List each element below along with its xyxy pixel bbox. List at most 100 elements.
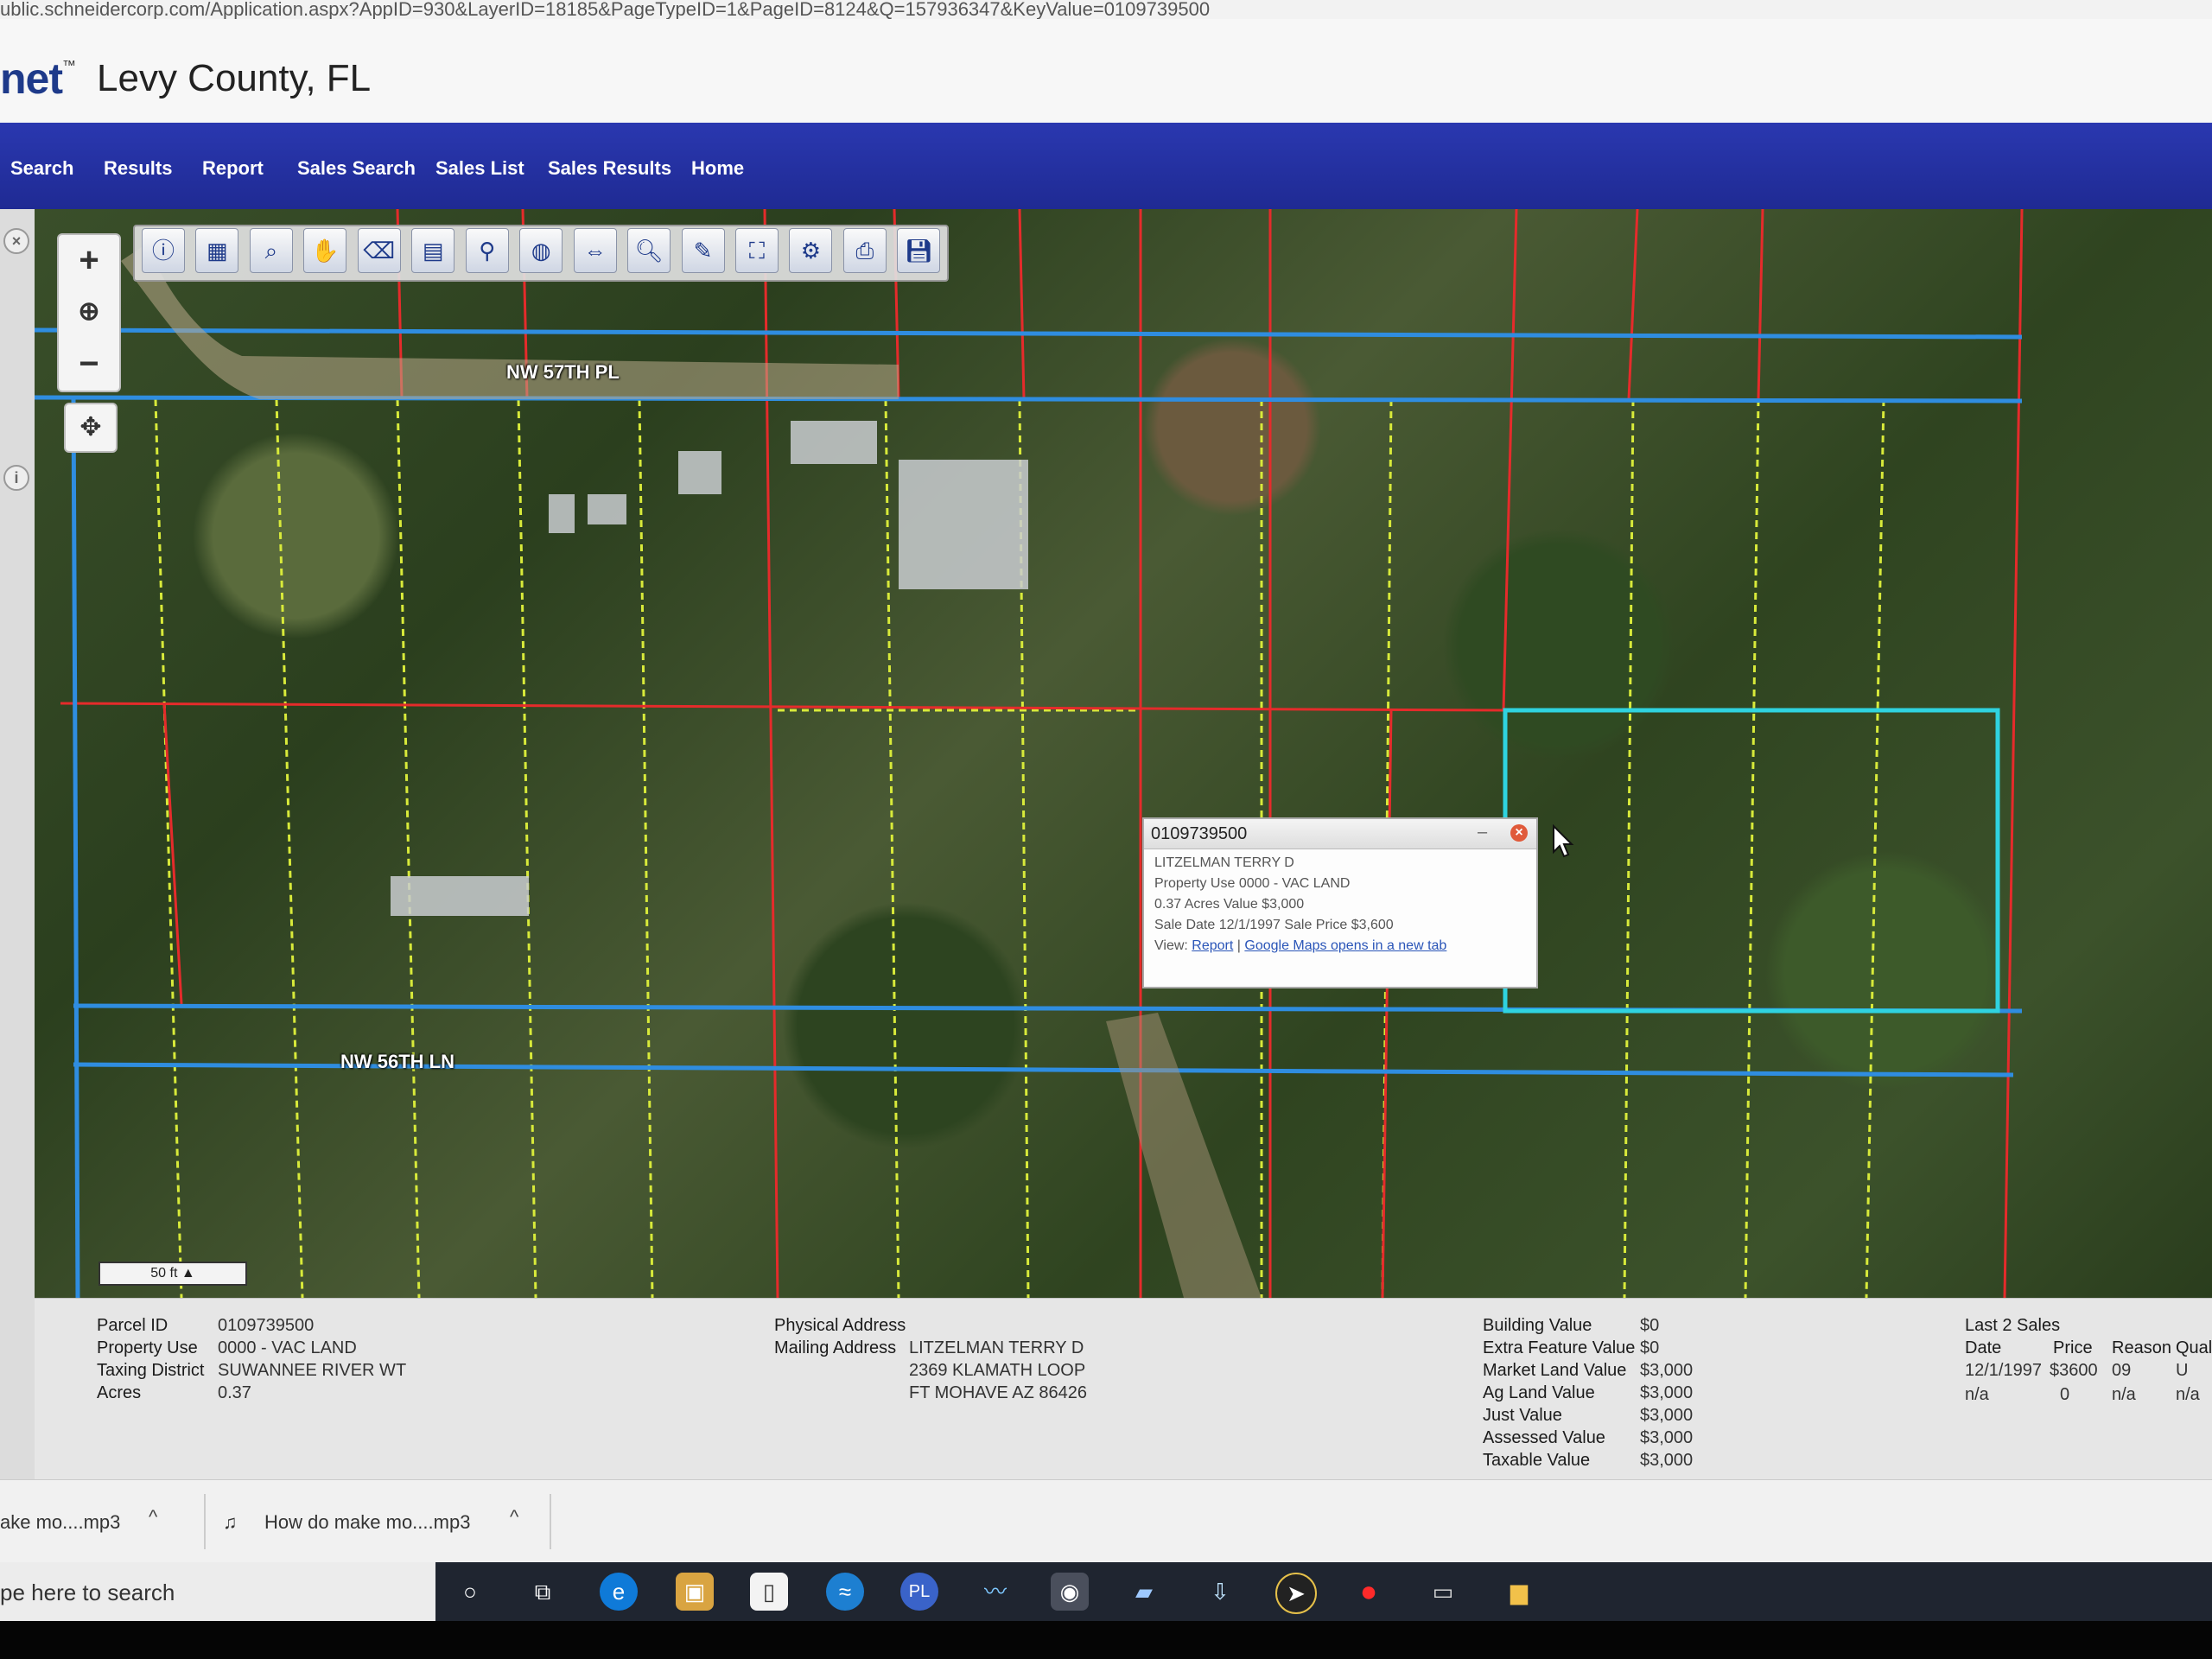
taskbar-search[interactable]: pe here to search [0,1562,435,1621]
popup-sale: Sale Date 12/1/1997 Sale Price $3,600 [1154,918,1394,932]
zoom-out-button[interactable]: − [59,339,119,389]
zoom-box-icon[interactable]: ⌕ [249,228,293,273]
scale-label: 50 ft [150,1266,178,1281]
file-icon[interactable]: ▯ [750,1573,788,1611]
acres-value: 0.37 [218,1383,251,1402]
chevron-up-icon[interactable]: ^ [510,1506,518,1529]
lot-line [517,398,537,1298]
parcel-line [1018,209,1026,400]
just-value-label: Just Value [1483,1406,1562,1425]
minimize-icon[interactable]: ‒ [1478,823,1487,842]
building-roof [791,421,877,464]
road-line [71,398,80,1298]
download-item-1[interactable]: ake mo....mp3 [0,1511,120,1534]
nav-search[interactable]: Search [10,157,73,180]
assessed-value: $3,000 [1640,1428,1694,1447]
popup-title: 0109739500 [1151,824,1248,843]
divider [204,1494,206,1549]
nav-sales-search[interactable]: Sales Search [297,157,416,180]
parcel-info-panel: Parcel ID 0109739500 Property Use 0000 -… [35,1298,2212,1480]
view-label: View: [1154,938,1188,953]
sale-2-qual: n/a [2176,1385,2200,1404]
address-bar[interactable]: ublic.schneidercorp.com/Application.aspx… [0,0,2212,19]
save-icon[interactable]: 💾︎ [897,228,941,273]
mailing-line-3: FT MOHAVE AZ 86426 [909,1383,1088,1402]
globe-icon[interactable]: ⊕ [59,287,119,337]
chrome-icon[interactable]: ◉ [1051,1573,1089,1611]
download-icon[interactable]: ⇩ [1201,1573,1239,1611]
mouse-cursor-icon [1553,824,1574,858]
building-roof [549,494,575,533]
pl-icon[interactable]: PL [900,1573,938,1611]
tools-icon[interactable]: ⚙ [789,228,833,273]
notes-icon[interactable]: ▰ [1125,1573,1163,1611]
folder-icon[interactable]: ▆ [1500,1573,1538,1611]
screen-icon[interactable]: ▭ [1424,1573,1462,1611]
lot-line [638,398,654,1298]
property-use-value: 0000 - VAC LAND [218,1338,357,1357]
chevron-up-icon[interactable]: ^ [149,1506,157,1529]
nav-home[interactable]: Home [691,157,744,180]
sale-2-price: 0 [2060,1385,2070,1404]
nav-sales-list[interactable]: Sales List [435,157,524,180]
zoom-control: + ⊕ − [57,233,121,392]
property-use-label: Property Use [97,1338,198,1357]
building-roof [899,460,1028,589]
parcel-popup: 0109739500 ‒ × LITZELMAN TERRY D Propert… [1142,817,1538,988]
task-view-icon[interactable]: ⧉ [524,1573,562,1611]
road-line [35,327,2023,340]
locate-button[interactable]: ✥ [64,403,118,453]
store-icon[interactable]: ▣ [676,1573,714,1611]
pin-icon[interactable]: ⚲ [465,228,509,273]
select-icon[interactable]: ▦ [195,228,239,273]
lot-line [1865,398,1885,1298]
parcel-id-value: 0109739500 [218,1316,315,1335]
taxing-district-label: Taxing District [97,1361,205,1380]
nav-sales-results[interactable]: Sales Results [548,157,671,180]
record-icon[interactable]: ● [1350,1573,1388,1611]
extra-feature-value-label: Extra Feature Value [1483,1338,1636,1357]
eraser-icon[interactable]: ⌫ [357,228,401,273]
monitor-bezel [0,1621,2212,1659]
download-item-2[interactable]: How do make mo....mp3 [264,1511,470,1534]
print-icon[interactable]: ⎙ [842,228,887,273]
building-value-label: Building Value [1483,1316,1592,1335]
zoom-in-button[interactable]: + [59,235,119,285]
parcel-line [1757,209,1764,400]
parcel-line [1502,209,1518,711]
draw-pencil-icon[interactable]: ✎ [681,228,725,273]
measure-icon[interactable]: ⇔ [573,228,617,273]
link-separator: | [1236,938,1241,953]
map-viewport[interactable]: NW 57TH PL NW 56TH LN ⓘ ▦ ⌕ ✋ ⌫ ▤ ⚲ ◍ ⇔ … [35,209,2212,1298]
lot-line [275,398,304,1298]
pan-hand-icon[interactable]: ✋ [303,228,347,273]
nav-report[interactable]: Report [202,157,264,180]
brand-logo[interactable]: net™ [0,54,76,104]
edge-icon[interactable]: e [600,1573,638,1611]
cursor-app-icon[interactable]: ➤ [1275,1573,1317,1614]
sales-header-qual: Qual [2176,1338,2212,1357]
wave-icon[interactable]: 〰 [976,1573,1014,1611]
sale-1-reason: 09 [2112,1361,2132,1380]
google-maps-link[interactable]: Google Maps opens in a new tab [1244,938,1446,953]
grid-select-icon[interactable]: ▤ [411,228,455,273]
building-roof [588,494,626,524]
zoom-icon[interactable]: 🔍︎ [627,228,671,273]
close-panel-icon[interactable]: × [3,228,29,254]
app-icon[interactable]: ≈ [826,1573,864,1611]
layers-icon[interactable]: ◍ [519,228,563,273]
parcel-line [1627,209,1639,400]
main-nav: Search Results Report Sales Search Sales… [0,123,2212,209]
popup-owner: LITZELMAN TERRY D [1154,855,1294,870]
close-icon[interactable]: × [1510,824,1528,842]
identify-icon[interactable]: ⓘ [142,228,185,273]
report-link[interactable]: Report [1192,938,1233,953]
audio-file-icon: ♫ [223,1511,238,1533]
popup-acres-value: 0.37 Acres Value $3,000 [1154,897,1305,912]
full-extent-icon[interactable]: ⛶ [734,228,779,273]
sales-header-price: Price [2053,1338,2093,1357]
nav-results[interactable]: Results [104,157,172,180]
info-icon[interactable]: i [3,465,29,491]
market-land-value: $3,000 [1640,1361,1694,1380]
cortana-icon[interactable]: ○ [451,1573,489,1611]
